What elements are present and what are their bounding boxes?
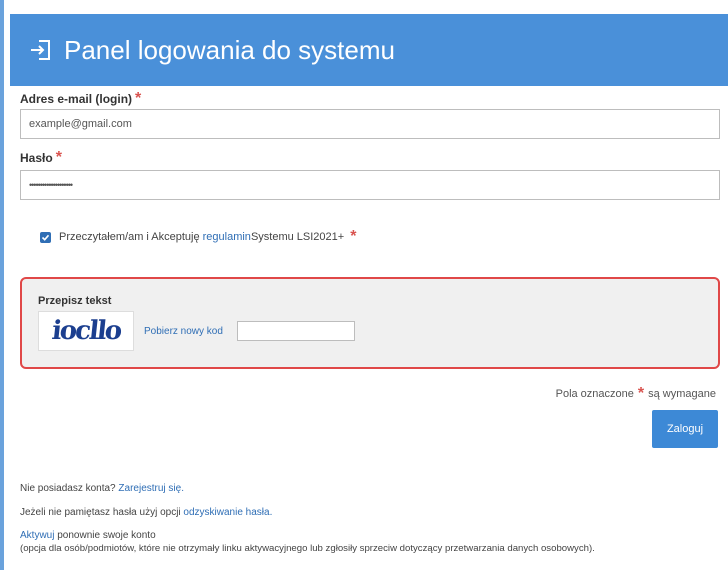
terms-checkbox[interactable] (40, 231, 51, 243)
password-field[interactable]: •••••••••••••••••••• (20, 170, 720, 200)
panel-header: Panel logowania do systemu (10, 14, 728, 86)
captcha-input[interactable] (237, 321, 355, 341)
password-label: Hasło * (20, 149, 62, 166)
password-required-mark: * (55, 149, 62, 166)
required-note: Pola oznaczone * są wymagane (555, 385, 716, 402)
email-label: Adres e-mail (login) * (20, 90, 142, 107)
terms-required-mark: * (350, 228, 357, 245)
captcha-refresh-link[interactable]: Pobierz nowy kod (144, 326, 223, 337)
captcha-image: iocllo (38, 311, 134, 351)
captcha-title: Przepisz tekst (38, 295, 112, 307)
terms-suffix: Systemu LSI2021+ (250, 231, 345, 243)
activate-line: Aktywuj ponownie swoje konto (20, 530, 156, 541)
left-accent-rule (0, 0, 4, 570)
email-field[interactable]: example@gmail.com (20, 109, 720, 139)
activate-note: (opcja dla osób/podmiotów, które nie otr… (20, 543, 595, 554)
login-button[interactable]: Zaloguj (652, 410, 718, 448)
terms-text: Przeczytałem/am i Akceptuję (59, 231, 200, 243)
register-line: Nie posiadasz konta? Zarejestruj się. (20, 483, 184, 494)
login-icon (28, 37, 54, 63)
terms-link[interactable]: regulamin (203, 231, 251, 243)
recover-line: Jeżeli nie pamiętasz hasła użyj opcji od… (20, 507, 273, 518)
activate-link[interactable]: Aktywuj (20, 530, 54, 541)
terms-row: Przeczytałem/am i Akceptuję regulamin Sy… (40, 228, 356, 246)
captcha-box: Przepisz tekst iocllo Pobierz nowy kod (20, 277, 720, 369)
recover-password-link[interactable]: odzyskiwanie hasła. (183, 507, 272, 518)
register-link[interactable]: Zarejestruj się. (118, 483, 184, 494)
email-required-mark: * (135, 90, 142, 107)
page-title: Panel logowania do systemu (64, 34, 395, 65)
checkmark-icon (41, 234, 50, 241)
